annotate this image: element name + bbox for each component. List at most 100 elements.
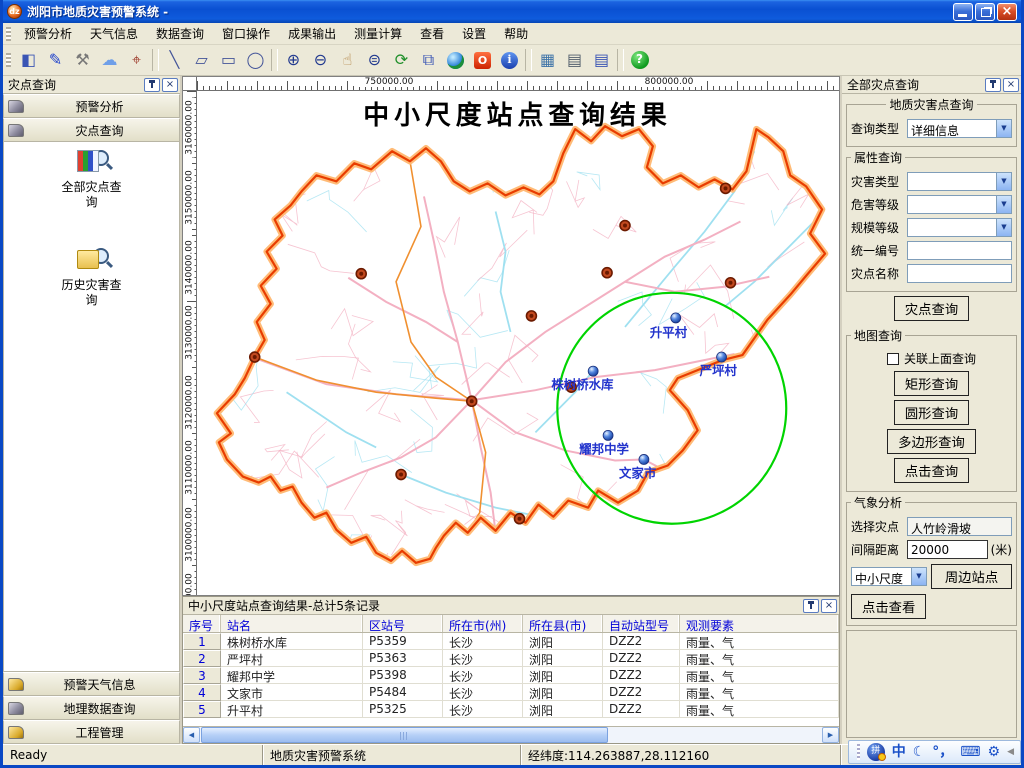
map-svg[interactable]: 升平村严坪村株树桥水库耀邦中学文家市中小尺度站点查询结果 (197, 91, 839, 595)
table-column-header[interactable]: 自动站型号 (603, 615, 680, 632)
draw-line-icon[interactable]: ╲ (162, 48, 187, 73)
scroll-left-arrow[interactable]: ◀ (183, 727, 200, 743)
chevron-down-icon[interactable]: ▼ (996, 219, 1011, 236)
table-row[interactable]: 3耀邦中学P5398长沙浏阳DZZ2雨量、气 (183, 667, 839, 684)
draw-polygon-icon[interactable]: ▱ (189, 48, 214, 73)
circle-query-button[interactable]: 圆形查询 (894, 400, 969, 425)
zoom-in-icon[interactable]: ⊕ (281, 48, 306, 73)
disaster-point-marker[interactable] (396, 470, 406, 480)
chevron-down-icon[interactable]: ▼ (996, 120, 1011, 137)
selected-disaster-field[interactable]: 人竹岭滑坡 (907, 517, 1012, 536)
scrollbar-thumb[interactable] (201, 727, 608, 743)
stop-icon[interactable]: O (470, 48, 495, 73)
table-row[interactable]: 4文家市P5484长沙浏阳DZZ2雨量、气 (183, 684, 839, 701)
zoom-out-icon[interactable]: ⊖ (308, 48, 333, 73)
click-view-button[interactable]: 点击查看 (851, 594, 926, 619)
disaster-point-marker[interactable] (620, 221, 630, 231)
close-panel-button[interactable]: × (162, 78, 178, 92)
zoom-extent-icon[interactable]: ⊜ (362, 48, 387, 73)
disaster-point-marker[interactable] (467, 396, 477, 406)
disaster-point-marker[interactable] (526, 311, 536, 321)
menu-result-output[interactable]: 成果输出 (279, 22, 345, 45)
station-marker[interactable]: 耀邦中学 (578, 430, 629, 456)
menu-help[interactable]: 帮助 (495, 22, 537, 45)
disaster-point-marker[interactable] (721, 183, 731, 193)
bar-warning-weather[interactable]: 预警天气信息 (3, 672, 180, 696)
refresh-icon[interactable]: ⟳ (389, 48, 414, 73)
disaster-point-marker[interactable] (356, 269, 366, 279)
help-icon[interactable]: ? (627, 48, 652, 73)
pin-button[interactable] (144, 78, 160, 92)
hazard-level-select[interactable]: ▼ (907, 195, 1012, 214)
info-icon[interactable]: i (497, 48, 522, 73)
disaster-name-input[interactable]: ▼ (907, 264, 1012, 283)
ime-language-icon[interactable]: 中 (892, 745, 906, 759)
minimize-button[interactable] (953, 3, 973, 21)
station-marker[interactable]: 文家市 (619, 454, 657, 480)
pan-icon[interactable]: ☝ (335, 48, 360, 73)
station-marker[interactable]: 株树桥水库 (551, 366, 614, 392)
table-column-header[interactable]: 序号 (183, 615, 221, 632)
separator[interactable] (152, 49, 159, 71)
restore-button[interactable] (975, 3, 995, 21)
table-column-header[interactable]: 站名 (221, 615, 363, 632)
ime-logo-icon[interactable]: 拼 (867, 743, 885, 761)
hammer-icon[interactable]: ⚒ (70, 48, 95, 73)
table-pin-button[interactable] (803, 599, 819, 613)
menu-settings[interactable]: 设置 (453, 22, 495, 45)
table-row[interactable]: 2严坪村P5363长沙浏阳DZZ2雨量、气 (183, 650, 839, 667)
disaster-type-select[interactable]: ▼ (907, 172, 1012, 191)
menu-view[interactable]: 查看 (411, 22, 453, 45)
nearby-stations-button[interactable]: 周边站点 (931, 564, 1012, 589)
table-column-header[interactable]: 观测要素 (680, 615, 839, 632)
scale-level-select[interactable]: ▼ (907, 218, 1012, 237)
annotate-icon[interactable]: ✎ (43, 48, 68, 73)
polygon-query-button[interactable]: 多边形查询 (887, 429, 976, 454)
separator[interactable] (271, 49, 278, 71)
unified-id-input[interactable]: ▼ (907, 241, 1012, 260)
ime-punctuation-icon[interactable]: °， (932, 745, 953, 759)
map-image-icon[interactable]: ▦ (535, 48, 560, 73)
scroll-right-arrow[interactable]: ▶ (822, 727, 839, 743)
cloud-icon[interactable]: ☁ (97, 48, 122, 73)
rect-query-button[interactable]: 矩形查询 (894, 371, 969, 396)
table-column-header[interactable]: 所在市(州) (443, 615, 523, 632)
item-query-all-disasters[interactable]: 全部灾点查 询 (4, 150, 179, 210)
disaster-query-button[interactable]: 灾点查询 (894, 296, 969, 321)
item-query-history-disasters[interactable]: 历史灾害查 询 (4, 248, 179, 308)
globe-icon[interactable] (443, 48, 468, 73)
disaster-point-marker[interactable] (602, 268, 612, 278)
ime-fullhalf-icon[interactable]: ☾ (913, 745, 926, 759)
scale-select[interactable]: 中小尺度 ▼ (851, 567, 927, 586)
menu-warning-analysis[interactable]: 预警分析 (15, 22, 81, 45)
horizontal-scrollbar[interactable]: ◀ ▶ (183, 726, 839, 743)
query-type-select[interactable]: 详细信息 ▼ (907, 119, 1012, 138)
layers-icon[interactable]: ⧉ (416, 48, 441, 73)
close-button[interactable]: × (997, 3, 1017, 21)
separator[interactable] (617, 49, 624, 71)
toolbar-grip[interactable] (6, 53, 11, 67)
chevron-down-icon[interactable]: ▼ (996, 173, 1011, 190)
menu-window-ops[interactable]: 窗口操作 (213, 22, 279, 45)
menu-weather-info[interactable]: 天气信息 (81, 22, 147, 45)
table-row[interactable]: 1株树桥水库P5359长沙浏阳DZZ2雨量、气 (183, 633, 839, 650)
print-setup-icon[interactable]: ▤ (589, 48, 614, 73)
map-canvas[interactable]: 升平村严坪村株树桥水库耀邦中学文家市中小尺度站点查询结果 (197, 91, 839, 595)
right-pin-button[interactable] (985, 78, 1001, 92)
right-close-button[interactable]: × (1003, 78, 1019, 92)
print-icon[interactable]: ▤ (562, 48, 587, 73)
link-above-checkbox[interactable] (887, 353, 899, 365)
click-query-button[interactable]: 点击查询 (894, 458, 969, 483)
bar-warning-analysis[interactable]: 预警分析 (3, 94, 180, 118)
ime-grip[interactable] (857, 744, 860, 760)
menu-data-query[interactable]: 数据查询 (147, 22, 213, 45)
chevron-down-icon[interactable]: ▼ (996, 196, 1011, 213)
disaster-point-marker[interactable] (515, 514, 525, 524)
locate-icon[interactable]: ⌖ (124, 48, 149, 73)
chevron-down-icon[interactable]: ▼ (911, 568, 926, 585)
map-select-icon[interactable]: ◧ (16, 48, 41, 73)
separator[interactable] (525, 49, 532, 71)
ime-keyboard-icon[interactable]: ⌨ (960, 745, 980, 759)
draw-ellipse-icon[interactable]: ◯ (243, 48, 268, 73)
table-close-button[interactable]: × (821, 599, 837, 613)
